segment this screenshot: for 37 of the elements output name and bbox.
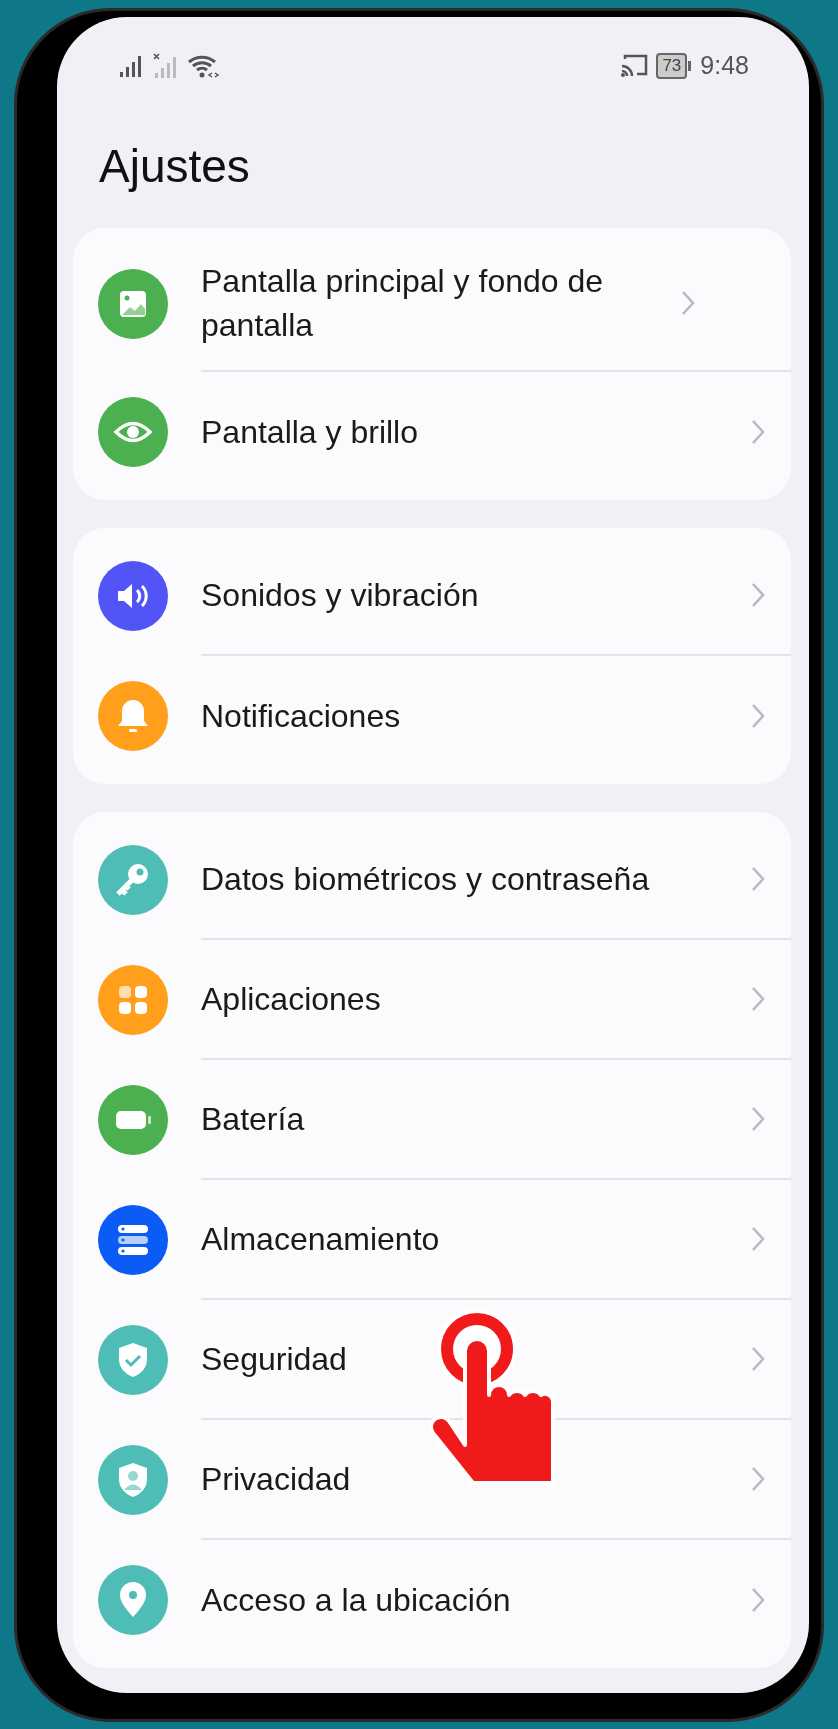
settings-item-label: Almacenamiento [201, 1220, 441, 1260]
chevron-right-icon [751, 1106, 765, 1133]
settings-item-label: Batería [201, 1100, 306, 1140]
settings-item-label: Privacidad [201, 1460, 352, 1500]
settings-item[interactable]: Datos biométricos y contraseña [73, 820, 791, 941]
settings-item-label: Pantalla principal y fondo de pantalla [201, 262, 605, 346]
settings-item-label: Seguridad [201, 1340, 348, 1380]
settings-item[interactable]: Acceso a la ubicación [73, 1540, 791, 1661]
chevron-right-icon [751, 866, 765, 893]
settings-item-label: Datos biométricos y contraseña [201, 860, 651, 900]
chevron-right-icon [681, 290, 695, 317]
chevron-right-icon [751, 986, 765, 1013]
status-time: 9:48 [700, 50, 749, 82]
settings-item-label: Pantalla y brillo [201, 413, 419, 453]
chevron-right-icon [751, 703, 765, 730]
no-signal-icon [153, 53, 179, 79]
chevron-right-icon [751, 1587, 765, 1614]
chevron-right-icon [751, 582, 765, 609]
settings-item[interactable]: Pantalla y brillo [73, 372, 791, 493]
chevron-right-icon [751, 1346, 765, 1373]
settings-item[interactable]: Pantalla principal y fondo de pantalla [73, 236, 791, 373]
settings-item-label: Sonidos y vibración [201, 576, 480, 616]
settings-item-label: Notificaciones [201, 697, 402, 737]
battery-icon: 73 [656, 53, 688, 79]
chevron-right-icon [751, 1226, 765, 1253]
cast-icon [620, 54, 649, 78]
settings-item-label: Acceso a la ubicación [201, 1581, 512, 1621]
chevron-right-icon [751, 1466, 765, 1493]
settings-item[interactable]: Aplicaciones [73, 940, 791, 1061]
page-title: Ajustes [98, 139, 251, 194]
settings-item-label: Aplicaciones [201, 980, 382, 1020]
settings-item[interactable]: Sonidos y vibración [73, 536, 791, 657]
settings-item[interactable]: Batería [73, 1060, 791, 1181]
wifi-icon [187, 53, 219, 79]
settings-item[interactable]: Almacenamiento [73, 1180, 791, 1301]
settings-item[interactable]: Notificaciones [73, 656, 791, 777]
chevron-right-icon [751, 419, 765, 446]
